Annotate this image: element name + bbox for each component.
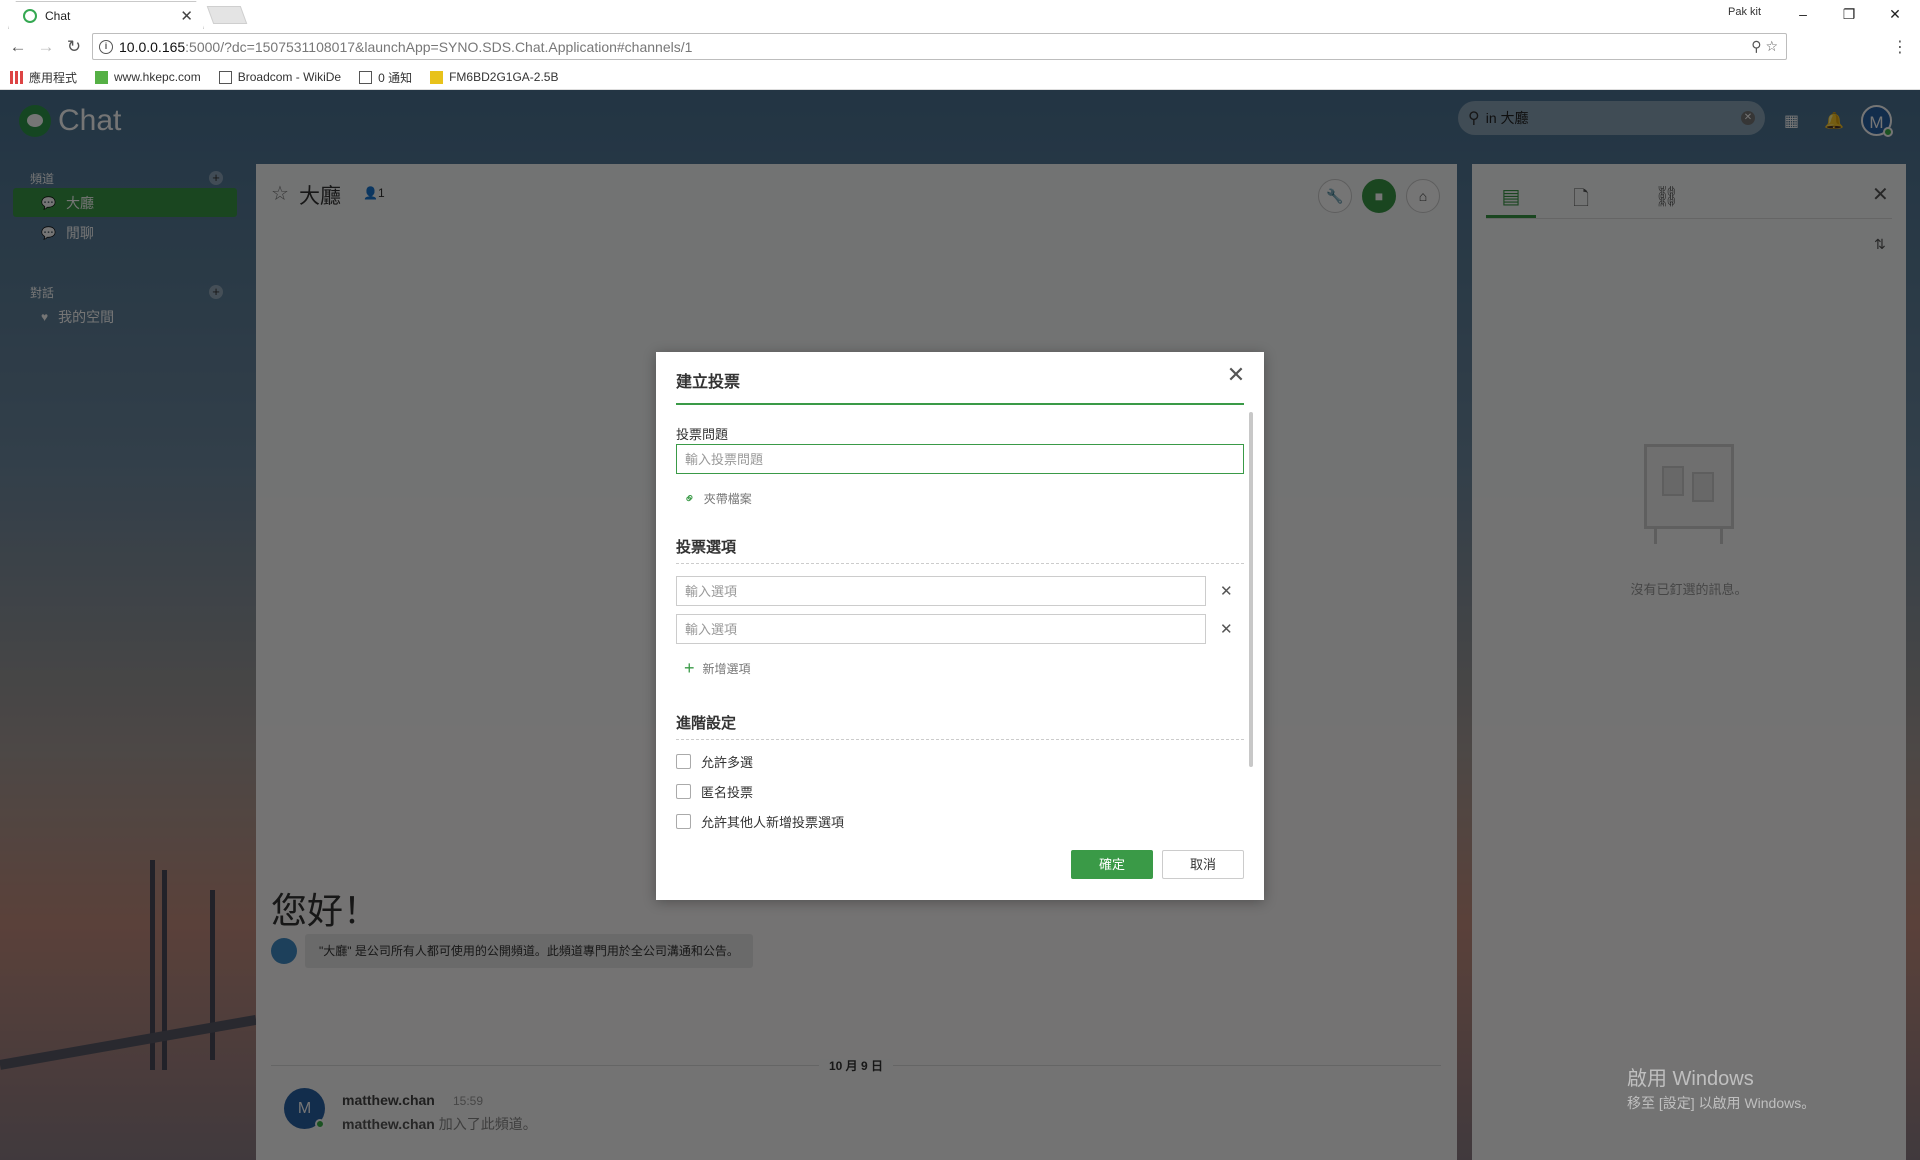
url-host: 10.0.0.165 [119,38,186,55]
dialog-scrollbar[interactable] [1249,412,1253,767]
page-icon [218,70,232,84]
hkepc-favicon-icon [95,70,109,84]
site-info-icon[interactable]: i [99,39,113,54]
checkbox[interactable] [676,814,691,829]
bookmark-broadcom[interactable]: Broadcom - WikiDe [218,70,342,84]
bookmark-label: FM6BD2G1GA-2.5B [449,70,559,84]
tab-close-icon[interactable]: ✕ [180,7,193,25]
bookmark-label: 應用程式 [29,70,78,85]
tab-title: Chat [45,8,71,23]
cancel-button[interactable]: 取消 [1162,850,1244,879]
dialog-title: 建立投票 [676,374,741,391]
watermark-line-1: 啟用 Windows [1627,1068,1754,1090]
bookmark-label: Broadcom - WikiDe [237,70,342,84]
page-icon [359,70,373,84]
browser-tab-chat[interactable]: Chat ✕ [8,1,204,29]
add-option-link[interactable]: + 新增選項 [684,658,751,679]
bookmark-apps[interactable]: 應用程式 [10,69,77,86]
poll-question-input[interactable] [676,444,1244,474]
browser-toolbar: ← → ↻ i 10.0.0.165 :5000/?dc=15075311080… [0,29,1920,65]
reload-icon[interactable]: ↻ [62,35,86,59]
checkbox[interactable] [676,784,691,799]
plus-icon: + [684,658,695,678]
remove-option-icon[interactable]: ✕ [1220,582,1233,600]
title-underline [676,403,1244,405]
paperclip-icon: ⚭ [679,488,700,508]
address-bar[interactable]: i 10.0.0.165 :5000/?dc=1507531108017&lau… [92,33,1787,60]
attach-file-label: 夾帶檔案 [703,492,752,506]
new-tab-button[interactable] [206,6,248,24]
advanced-settings-heading: 進階設定 [676,712,1244,740]
bookmark-label: 0 通知 [378,70,413,85]
bookmark-hkepc[interactable]: www.hkepc.com [95,70,201,84]
add-option-label: 新增選項 [702,662,751,676]
chat-favicon-icon [23,8,37,23]
back-arrow-icon[interactable]: ← [6,35,30,59]
checkbox-label: 允許多選 [701,755,754,770]
bookmarks-bar: 應用程式 www.hkepc.com Broadcom - WikiDe 0 通… [0,65,1920,90]
bookmark-star-icon[interactable]: ⚲ ☆ [1751,38,1778,55]
allow-others-add-options-checkbox[interactable]: 允許其他人新增投票選項 [676,812,844,831]
browser-menu-icon[interactable]: ⋮ [1892,37,1908,57]
browser-tabstrip: Chat ✕ Pak kit – ❐ ✕ [0,0,1920,29]
apps-grid-icon [10,70,23,84]
poll-option-input[interactable] [676,576,1206,606]
watermark-line-2: 移至 [設定] 以啟用 Windows。 [1627,1095,1816,1111]
remove-option-icon[interactable]: ✕ [1220,620,1233,638]
checkbox-label: 匿名投票 [701,785,754,800]
profile-name[interactable]: Pak kit [1728,6,1761,18]
url-path: :5000/?dc=1507531108017&launchApp=SYNO.S… [185,38,693,55]
windows-activation-watermark: 啟用 Windows 移至 [設定] 以啟用 Windows。 [1627,1062,1815,1113]
question-label: 投票問題 [676,427,729,442]
options-heading: 投票選項 [676,536,1244,564]
forward-arrow-icon[interactable]: → [34,35,58,59]
window-close-icon[interactable]: ✕ [1872,2,1918,26]
attach-file-link[interactable]: ⚭ 夾帶檔案 [680,488,752,508]
bookmark-label: www.hkepc.com [114,70,201,84]
anonymous-vote-checkbox[interactable]: 匿名投票 [676,782,753,801]
allow-multiple-choice-checkbox[interactable]: 允許多選 [676,752,753,771]
minimize-icon[interactable]: – [1780,2,1826,26]
bookmark-fm6bd2g1ga[interactable]: FM6BD2G1GA-2.5B [430,70,558,84]
checkbox[interactable] [676,754,691,769]
site-favicon-icon [430,70,444,84]
restore-icon[interactable]: ❐ [1826,2,1872,26]
checkbox-label: 允許其他人新增投票選項 [701,815,845,830]
close-icon[interactable]: ✕ [1223,362,1249,388]
bookmark-notifications[interactable]: 0 通知 [359,69,412,86]
confirm-button[interactable]: 確定 [1071,850,1153,879]
create-poll-dialog: 建立投票 ✕ 投票問題 ⚭ 夾帶檔案 投票選項 ✕ ✕ + 新增選項 進階設定 … [656,352,1264,900]
poll-option-input[interactable] [676,614,1206,644]
